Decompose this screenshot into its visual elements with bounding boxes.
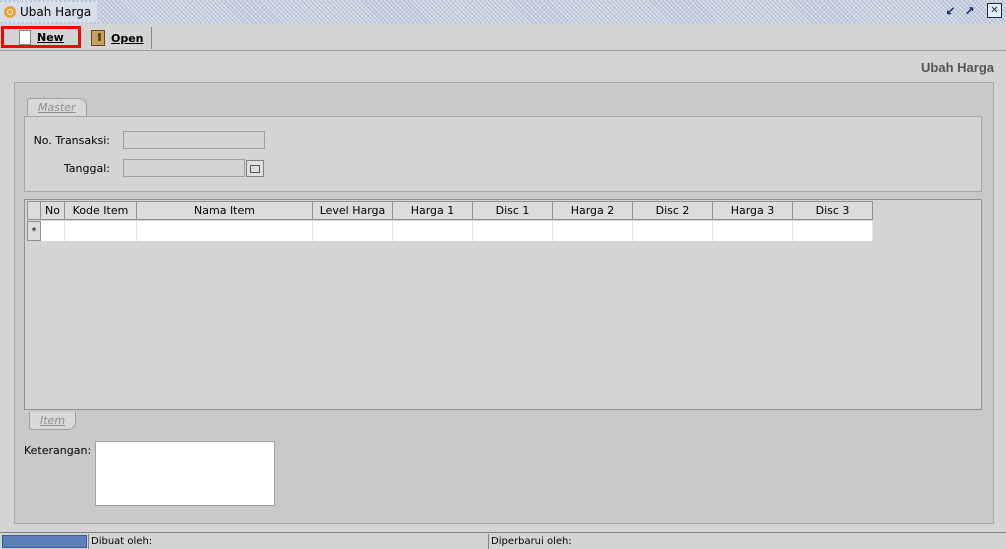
column-header[interactable]: Harga 2 [553,201,633,220]
column-header[interactable]: Kode Item [65,201,137,220]
grid-cell[interactable] [793,221,873,241]
grid-cell[interactable] [713,221,793,241]
column-header[interactable]: No [41,201,65,220]
open-button-label: Open [111,31,144,45]
form-title: Ubah Harga [921,60,994,75]
new-row-marker: * [27,221,41,241]
tab-master[interactable]: Master [27,98,87,116]
updated-by-label: Diperbarui oleh: [488,534,1001,549]
column-header[interactable]: Level Harga [313,201,393,220]
status-bar: Dibuat oleh: Diperbarui oleh: [0,532,1006,549]
grid-cell[interactable] [393,221,473,241]
column-header[interactable]: Nama Item [137,201,313,220]
open-button[interactable]: Open [86,27,152,49]
calendar-icon [250,164,260,173]
column-header[interactable]: Disc 2 [633,201,713,220]
toolbar: New Open [0,25,1006,51]
keterangan-field[interactable] [95,441,275,506]
window-title-area: Ubah Harga [0,2,98,22]
keterangan-label: Keterangan: [24,444,92,457]
column-header[interactable]: Harga 3 [713,201,793,220]
document-icon [19,29,31,45]
master-panel [24,116,982,192]
column-header[interactable]: Disc 1 [473,201,553,220]
calendar-button[interactable] [246,160,264,177]
title-bar: Ubah Harga ↙ ↗ ✕ [0,0,1006,24]
grid-cell[interactable] [313,221,393,241]
new-button-label: New [37,30,64,44]
grid-cell[interactable] [65,221,137,241]
restore-icon[interactable]: ↙ [943,3,958,18]
tab-item[interactable]: Item [29,412,77,430]
maximize-icon[interactable]: ↗ [962,3,977,18]
tanggal-label: Tanggal: [63,162,110,175]
no-transaksi-field[interactable] [123,131,265,149]
app-icon [4,6,16,18]
grid-corner [27,201,41,220]
tanggal-field[interactable] [123,159,245,177]
column-header[interactable]: Disc 3 [793,201,873,220]
grid-cell[interactable] [137,221,313,241]
new-button[interactable]: New [1,26,81,48]
column-header[interactable]: Harga 1 [393,201,473,220]
created-by-label: Dibuat oleh: [88,534,489,549]
grid-cell[interactable] [553,221,633,241]
grid-cell[interactable] [41,221,65,241]
open-folder-icon [91,30,105,46]
close-icon[interactable]: ✕ [987,3,1002,18]
no-transaksi-label: No. Transaksi: [33,134,110,147]
status-indicator [2,535,87,548]
window-title: Ubah Harga [20,5,92,19]
grid-cell[interactable] [473,221,553,241]
grid-cell[interactable] [633,221,713,241]
